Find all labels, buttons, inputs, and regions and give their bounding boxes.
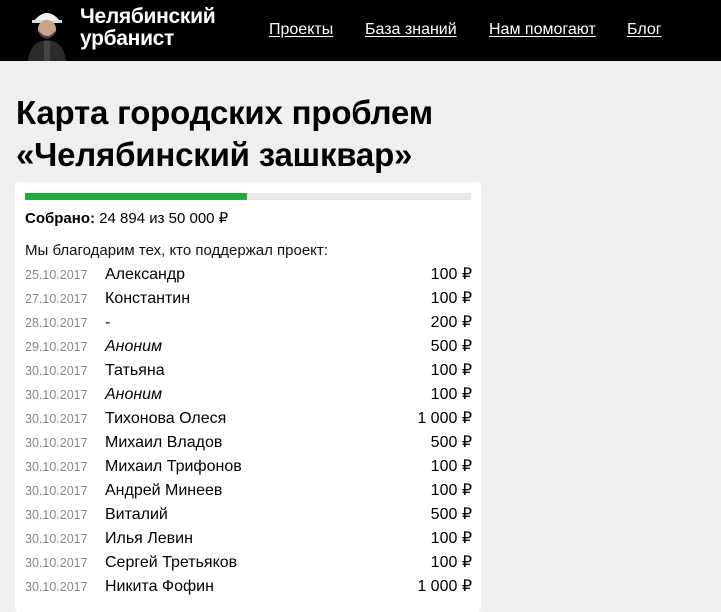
donor-date: 30.10.2017 (25, 388, 88, 402)
donor-name: Виталий (105, 506, 168, 523)
donor-row: 30.10.2017 Татьяна 100 ₽ (25, 362, 472, 386)
donor-name: - (105, 314, 111, 331)
thanks-text: Мы благодарим тех, кто поддержал проект: (25, 242, 328, 259)
donor-amount: 500 ₽ (430, 506, 472, 523)
donor-row: 30.10.2017 Сергей Третьяков 100 ₽ (25, 554, 472, 578)
donor-amount: 100 ₽ (430, 362, 472, 379)
donor-row: 25.10.2017 Александр 100 ₽ (25, 266, 472, 290)
progress-bar (25, 193, 471, 200)
donor-amount: 500 ₽ (430, 434, 472, 451)
donor-date: 30.10.2017 (25, 508, 88, 522)
donor-row: 30.10.2017 Михаил Владов 500 ₽ (25, 434, 472, 458)
donor-row: 29.10.2017 Аноним 500 ₽ (25, 338, 472, 362)
top-navigation-bar: Челябинский урбанист Проекты База знаний… (0, 0, 721, 61)
donor-name: Александр (105, 266, 186, 283)
donor-date: 30.10.2017 (25, 364, 88, 378)
donor-amount: 100 ₽ (430, 266, 472, 283)
collected-label: Собрано: (25, 210, 95, 227)
donor-name: Илья Левин (105, 530, 193, 547)
donor-name: Тихонова Олеся (105, 410, 227, 427)
page-title-line2: «Челябинский зашквар» (16, 136, 413, 173)
collected-value: 24 894 из 50 000 ₽ (99, 210, 229, 227)
donor-row: 27.10.2017 Константин 100 ₽ (25, 290, 472, 314)
donor-name: Никита Фофин (105, 578, 214, 595)
donor-date: 30.10.2017 (25, 412, 88, 426)
donor-row: 30.10.2017 Тихонова Олеся 1 000 ₽ (25, 410, 472, 434)
page-title: Карта городских проблем «Челябинский заш… (16, 92, 576, 176)
donor-amount: 100 ₽ (430, 458, 472, 475)
donor-row: 30.10.2017 Илья Левин 100 ₽ (25, 530, 472, 554)
donor-date: 30.10.2017 (25, 580, 88, 594)
collected-summary: Собрано: 24 894 из 50 000 ₽ (25, 209, 228, 227)
donor-name: Сергей Третьяков (105, 554, 238, 571)
donor-amount: 100 ₽ (430, 482, 472, 499)
donor-row: 30.10.2017 Виталий 500 ₽ (25, 506, 472, 530)
page-title-line1: Карта городских проблем (16, 94, 433, 131)
donor-name: Михаил Владов (105, 434, 223, 451)
donor-name: Аноним (105, 338, 163, 355)
nav-link-knowledge-base[interactable]: База знаний (365, 21, 457, 39)
donor-name: Михаил Трифонов (105, 458, 242, 475)
donor-amount: 100 ₽ (430, 290, 472, 307)
donor-amount: 100 ₽ (430, 554, 472, 571)
progress-bar-fill (25, 193, 248, 200)
donor-row: 30.10.2017 Михаил Трифонов 100 ₽ (25, 458, 472, 482)
donor-date: 30.10.2017 (25, 484, 88, 498)
donor-amount: 200 ₽ (430, 314, 472, 331)
donor-date: 30.10.2017 (25, 436, 88, 450)
donor-amount: 100 ₽ (430, 530, 472, 547)
donor-date: 28.10.2017 (25, 316, 88, 330)
nav-link-supporters[interactable]: Нам помогают (489, 21, 596, 39)
donor-row: 30.10.2017 Никита Фофин 1 000 ₽ (25, 578, 472, 602)
donor-name: Аноним (105, 386, 163, 403)
donor-amount: 100 ₽ (430, 386, 472, 403)
donor-amount: 1 000 ₽ (417, 578, 472, 595)
donor-name: Андрей Минеев (105, 482, 223, 499)
nav-link-projects[interactable]: Проекты (269, 21, 333, 39)
donor-date: 25.10.2017 (25, 268, 88, 282)
donor-date: 30.10.2017 (25, 460, 88, 474)
donor-name: Константин (105, 290, 191, 307)
main-nav: Проекты База знаний Нам помогают Блог (0, 21, 721, 41)
donor-date: 30.10.2017 (25, 556, 88, 570)
donor-date: 27.10.2017 (25, 292, 88, 306)
donor-date: 30.10.2017 (25, 532, 88, 546)
donor-list: 25.10.2017 Александр 100 ₽ 27.10.2017 Конста… (25, 266, 472, 602)
donor-date: 29.10.2017 (25, 340, 88, 354)
donor-row: 30.10.2017 Аноним 100 ₽ (25, 386, 472, 410)
donor-row: 28.10.2017 - 200 ₽ (25, 314, 472, 338)
donor-amount: 1 000 ₽ (417, 410, 472, 427)
donor-row: 30.10.2017 Андрей Минеев 100 ₽ (25, 482, 472, 506)
fundraiser-card: Собрано: 24 894 из 50 000 ₽ Мы благодари… (15, 182, 481, 612)
donor-amount: 500 ₽ (430, 338, 472, 355)
donor-name: Татьяна (105, 362, 165, 379)
nav-link-blog[interactable]: Блог (627, 21, 662, 39)
